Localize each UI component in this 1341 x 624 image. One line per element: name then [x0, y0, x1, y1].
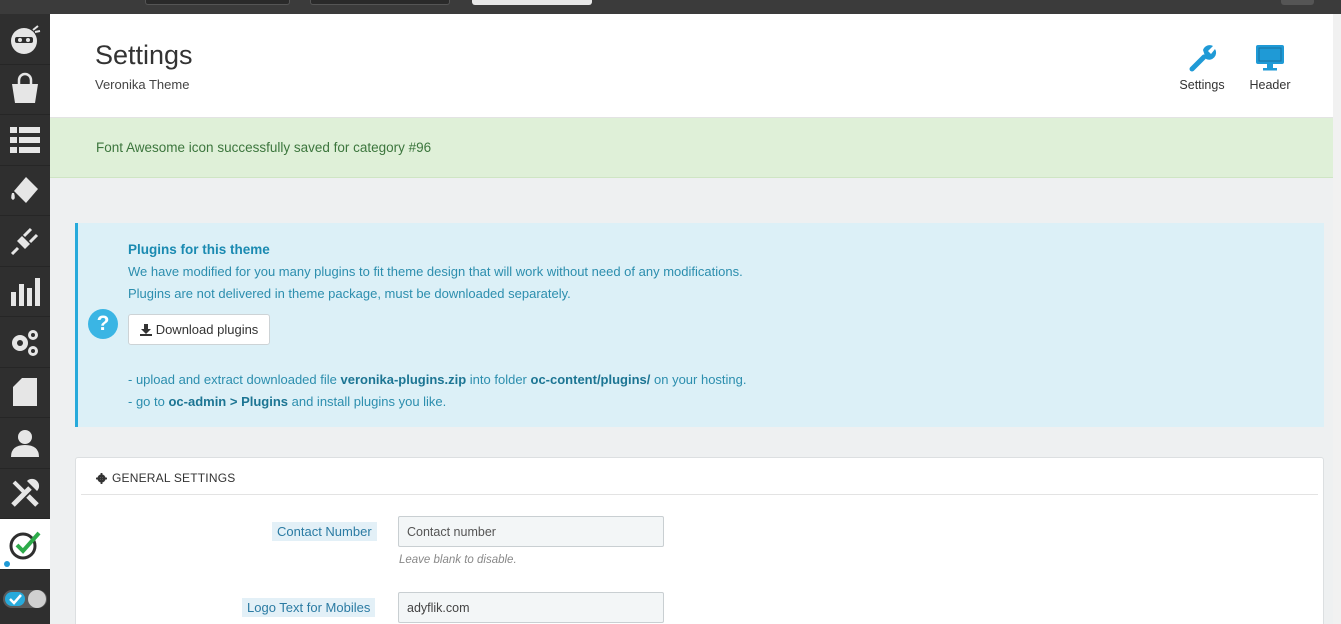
sidebar — [0, 14, 50, 624]
logo-text-input[interactable] — [398, 592, 664, 623]
sidebar-item-listings[interactable] — [0, 115, 50, 166]
page-subtitle: Veronika Theme — [95, 77, 190, 92]
cog-icon — [96, 472, 107, 484]
step-text: - go to — [128, 394, 169, 409]
dashboard-icon — [11, 24, 41, 54]
tools-icon — [11, 479, 40, 508]
download-plugins-button[interactable]: Download plugins — [128, 314, 270, 345]
step-text: on your hosting. — [650, 372, 747, 387]
header-button-label: Header — [1249, 78, 1291, 92]
toggle-icon — [3, 590, 47, 608]
settings-button[interactable]: Settings — [1172, 42, 1232, 92]
monitor-icon — [1256, 45, 1284, 71]
top-bar-tab-active[interactable] — [472, 0, 592, 5]
sidebar-item-pages[interactable] — [0, 368, 50, 418]
sidebar-item-dashboard[interactable] — [0, 14, 50, 65]
page-header: Settings Veronika Theme Settings Header — [50, 14, 1341, 118]
sidebar-item-shop[interactable] — [0, 65, 50, 115]
download-icon — [139, 323, 152, 336]
user-icon — [11, 429, 39, 457]
info-line: Plugins are not delivered in theme packa… — [128, 286, 571, 301]
step-filename: veronika-plugins.zip — [340, 372, 467, 387]
general-settings-panel: GENERAL SETTINGS Contact Number Leave bl… — [75, 457, 1324, 624]
page-scrollbar[interactable] — [1333, 14, 1341, 624]
shopping-bag-icon — [12, 73, 38, 104]
top-bar-tab[interactable] — [310, 0, 450, 5]
gears-icon — [12, 329, 38, 356]
sidebar-item-plugins[interactable] — [0, 216, 50, 267]
list-icon — [10, 126, 40, 153]
sidebar-item-appearance[interactable] — [0, 166, 50, 216]
sidebar-item-theme[interactable] — [0, 519, 50, 570]
wrench-icon — [1189, 45, 1217, 72]
panel-title-wrap: GENERAL SETTINGS — [96, 471, 235, 485]
step-plugins-path: oc-admin > Plugins — [168, 394, 289, 409]
info-line: We have modified for you many plugins to… — [128, 264, 743, 279]
contact-number-input[interactable] — [398, 516, 664, 547]
step-text: and install plugins you like. — [288, 394, 447, 409]
success-message-text: Font Awesome icon successfully saved for… — [96, 140, 432, 155]
sidebar-item-settings[interactable] — [0, 317, 50, 368]
page-title: Settings — [95, 40, 193, 70]
question-icon: ? — [88, 309, 118, 339]
plug-icon — [10, 227, 39, 255]
top-bar-tab[interactable] — [145, 0, 290, 5]
logo-text-label: Logo Text for Mobiles — [242, 598, 376, 617]
sidebar-toggle[interactable] — [0, 574, 50, 624]
sidebar-item-stats[interactable] — [0, 267, 50, 317]
info-step: - go to oc-admin > Plugins and install p… — [128, 394, 446, 409]
top-bar-button[interactable] — [1281, 0, 1314, 5]
success-message: Font Awesome icon successfully saved for… — [50, 118, 1341, 178]
plugins-info-box: ? Plugins for this theme We have modifie… — [75, 223, 1324, 427]
panel-title: GENERAL SETTINGS — [112, 471, 236, 485]
sidebar-item-users[interactable] — [0, 418, 50, 469]
top-bar — [0, 0, 1341, 14]
header-button[interactable]: Header — [1240, 42, 1300, 92]
panel-header: GENERAL SETTINGS — [81, 458, 1318, 495]
contact-number-label: Contact Number — [272, 522, 377, 541]
step-folder: oc-content/plugins/ — [530, 372, 651, 387]
info-title: Plugins for this theme — [128, 242, 270, 257]
check-icon — [9, 531, 41, 560]
download-plugins-label: Download plugins — [155, 322, 259, 337]
sidebar-item-tools[interactable] — [0, 469, 50, 519]
pages-icon — [13, 378, 37, 407]
info-step: - upload and extract downloaded file ver… — [128, 372, 747, 387]
step-text: into folder — [466, 372, 531, 387]
contact-number-hint: Leave blank to disable. — [399, 554, 517, 566]
step-text: - upload and extract downloaded file — [128, 372, 341, 387]
settings-button-label: Settings — [1179, 78, 1225, 92]
bar-chart-icon — [11, 278, 40, 307]
paint-bucket-icon — [11, 177, 38, 204]
